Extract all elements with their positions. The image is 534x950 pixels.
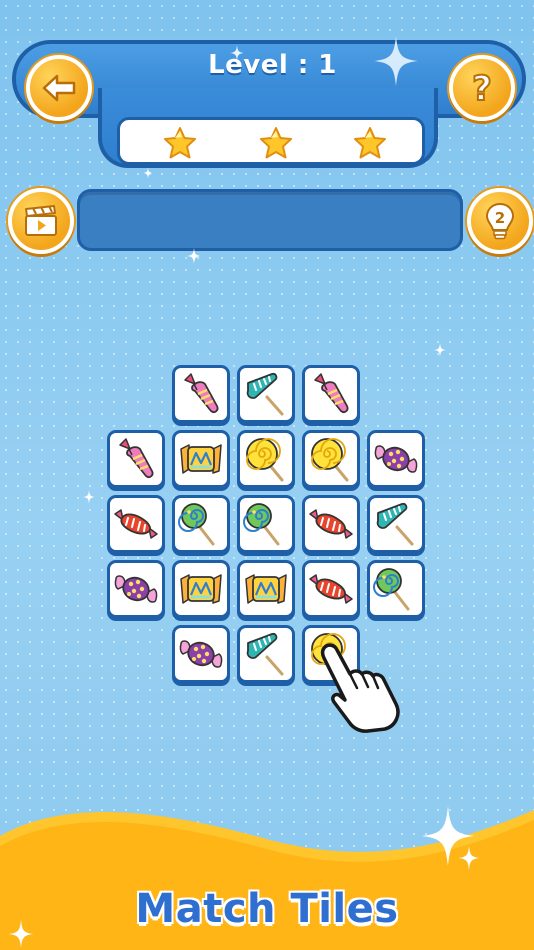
hand-pointer-icon <box>320 643 400 733</box>
tile-lollipop-teal[interactable] <box>237 365 295 423</box>
lollipop-teal-icon <box>246 632 284 676</box>
triangle-candy-icon <box>184 373 219 413</box>
sparkle-icon <box>143 167 153 179</box>
tile-bonbon-purple[interactable] <box>367 430 425 488</box>
wrapped-candy-red-icon <box>309 509 353 539</box>
tile-lollipop-green[interactable] <box>237 495 295 553</box>
tile-lollipop-teal[interactable] <box>237 625 295 683</box>
tile-wrapped-candy-gold[interactable] <box>172 430 230 488</box>
tile-lollipop-yellow[interactable] <box>302 430 360 488</box>
tile-wrapped-candy-red[interactable] <box>302 560 360 618</box>
wrapped-candy-gold-icon <box>180 574 222 604</box>
tile-lollipop-green[interactable] <box>367 560 425 618</box>
tile-lollipop-yellow[interactable] <box>237 430 295 488</box>
bonbon-purple-icon <box>179 640 223 668</box>
tile-lollipop-green[interactable] <box>172 495 230 553</box>
tile-triangle-candy[interactable] <box>172 365 230 423</box>
sparkle-icon <box>374 36 418 86</box>
sparkle-icon <box>230 45 244 61</box>
lollipop-yellow-icon <box>311 438 349 482</box>
bonbon-purple-icon <box>374 445 418 473</box>
tile-triangle-candy[interactable] <box>302 365 360 423</box>
sparkle-icon <box>187 248 201 264</box>
tile-wrapped-candy-red[interactable] <box>107 495 165 553</box>
sparkle-icon <box>83 490 95 504</box>
lollipop-teal-icon <box>246 372 284 416</box>
wrapped-candy-red-icon <box>309 574 353 604</box>
footer-title: Match Tiles <box>135 886 399 932</box>
lollipop-green-icon <box>373 568 410 611</box>
wrapped-candy-gold-icon <box>245 574 287 604</box>
tile-board <box>0 0 534 800</box>
tile-wrapped-candy-red[interactable] <box>302 495 360 553</box>
lollipop-green-icon <box>243 503 280 546</box>
tile-lollipop-teal[interactable] <box>367 495 425 553</box>
bonbon-purple-icon <box>114 575 158 603</box>
lollipop-teal-icon <box>376 502 414 546</box>
tile-bonbon-purple[interactable] <box>172 625 230 683</box>
wrapped-candy-gold-icon <box>180 444 222 474</box>
triangle-candy-icon <box>119 438 154 478</box>
sparkle-icon <box>458 846 480 870</box>
lollipop-green-icon <box>178 503 215 546</box>
lollipop-yellow-icon <box>246 438 284 482</box>
tile-wrapped-candy-gold[interactable] <box>172 560 230 618</box>
tile-bonbon-purple[interactable] <box>107 560 165 618</box>
triangle-candy-icon <box>314 373 349 413</box>
wrapped-candy-red-icon <box>114 509 158 539</box>
tile-triangle-candy[interactable] <box>107 430 165 488</box>
tile-wrapped-candy-gold[interactable] <box>237 560 295 618</box>
sparkle-icon <box>434 343 446 357</box>
